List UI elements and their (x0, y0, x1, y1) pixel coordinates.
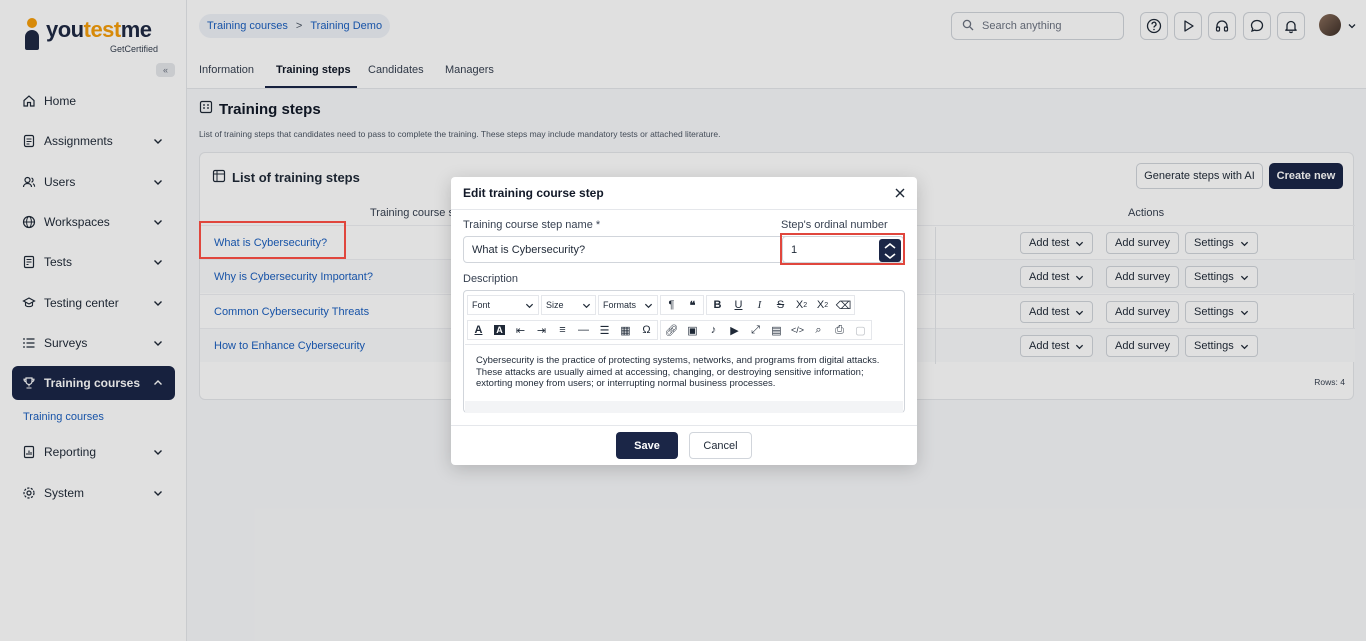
required-mark: * (595, 219, 601, 231)
video-icon[interactable]: ▶ (724, 321, 745, 339)
bold-icon[interactable]: B (707, 296, 728, 314)
description-label: Description (463, 273, 519, 285)
numbered-list-icon[interactable]: ☰ (594, 321, 615, 339)
subscript-icon[interactable]: X2 (791, 296, 812, 314)
save-button[interactable]: Save (616, 432, 678, 459)
template-icon[interactable]: ▤ (766, 321, 787, 339)
underline-icon[interactable]: U (728, 296, 749, 314)
formats-select[interactable]: Formats (598, 295, 658, 315)
print-icon[interactable]: ⎙ (829, 321, 850, 339)
dialog-title: Edit training course step (463, 186, 604, 200)
text-color-icon[interactable]: A (468, 321, 489, 339)
eraser-icon[interactable]: ⌫ (833, 296, 854, 314)
divider (451, 425, 917, 426)
description-editor-content[interactable]: Cybersecurity is the practice of protect… (465, 344, 903, 401)
step-name-label: Training course step name * (463, 219, 601, 231)
superscript-icon[interactable]: X2 (812, 296, 833, 314)
font-select[interactable]: Font (467, 295, 539, 315)
horizontal-rule-icon[interactable]: — (573, 321, 594, 339)
cancel-button[interactable]: Cancel (689, 432, 752, 459)
fullscreen-icon[interactable]: ⤢ (745, 321, 766, 339)
editor-statusbar (465, 401, 903, 413)
table-grid-icon[interactable]: ▦ (615, 321, 636, 339)
editor-toolbar-row-1: Font Size Formats ¶ ❝ B U I S X2 X2 ⌫ (467, 294, 857, 316)
rich-text-editor: Font Size Formats ¶ ❝ B U I S X2 X2 ⌫ A … (463, 290, 905, 413)
link-icon[interactable]: 🔗︎ (661, 321, 682, 339)
special-character-icon[interactable]: Ω (636, 321, 657, 339)
paragraph-icon[interactable]: ¶ (661, 296, 682, 314)
size-select[interactable]: Size (541, 295, 596, 315)
strikethrough-icon[interactable]: S (770, 296, 791, 314)
align-icon[interactable]: ≡ (552, 321, 573, 339)
highlight-box (780, 233, 905, 265)
close-icon[interactable] (893, 186, 907, 200)
editor-toolbar-row-2: A A ⇤ ⇥ ≡ — ☰ ▦ Ω 🔗︎ ▣ ♪ ▶ ⤢ ▤ </> ⌕ ⎙ ▢ (467, 319, 874, 341)
divider (451, 209, 917, 210)
edit-step-dialog: Edit training course step Training cours… (451, 177, 917, 465)
highlight-box (199, 221, 346, 259)
image-icon[interactable]: ▣ (682, 321, 703, 339)
ordinal-label: Step's ordinal number (781, 219, 888, 231)
indent-icon[interactable]: ⇥ (531, 321, 552, 339)
background-color-icon[interactable]: A (489, 321, 510, 339)
preview-icon[interactable]: ⌕ (808, 321, 829, 339)
source-code-icon[interactable]: </> (787, 321, 808, 339)
italic-icon[interactable]: I (749, 296, 770, 314)
step-name-field[interactable]: What is Cybersecurity? (463, 236, 800, 263)
save-icon: ▢ (855, 324, 866, 337)
blockquote-icon[interactable]: ❝ (682, 296, 703, 314)
outdent-icon[interactable]: ⇤ (510, 321, 531, 339)
audio-icon[interactable]: ♪ (703, 321, 724, 339)
